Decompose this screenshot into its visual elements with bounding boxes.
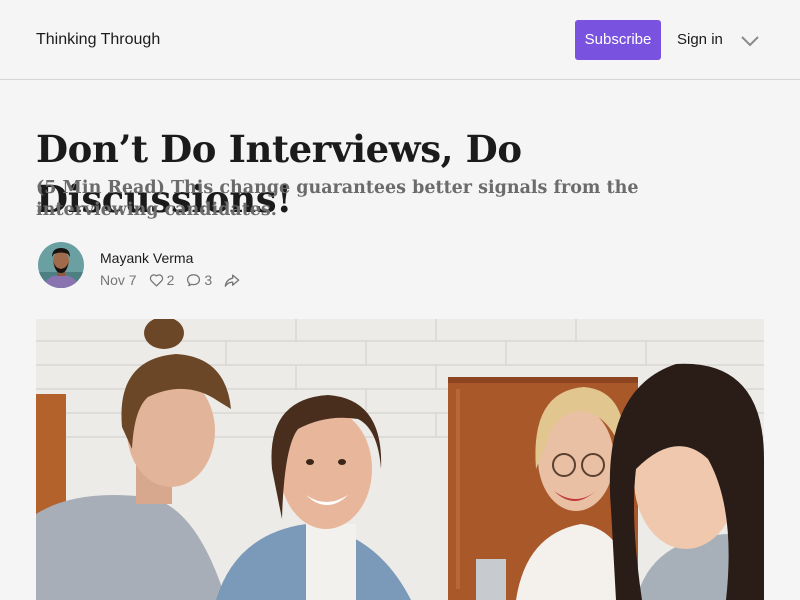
comment-button[interactable]: 3 [186,272,212,288]
post-date: Nov 7 [100,272,137,288]
top-bar: Thinking Through Subscribe Sign in [0,0,800,80]
share-button[interactable] [224,273,240,288]
like-button[interactable]: 2 [149,272,175,288]
author-avatar[interactable] [38,242,84,288]
sign-in-link[interactable]: Sign in [677,30,723,50]
publication-name[interactable]: Thinking Through [36,30,160,50]
chevron-down-icon[interactable] [740,34,760,48]
subscribe-button[interactable]: Subscribe [575,20,661,60]
comment-count: 3 [204,272,213,288]
post-subtitle: (5 Min Read) This change guarantees bett… [36,178,639,220]
share-icon [224,274,240,287]
hero-image[interactable] [36,319,764,600]
heart-icon [149,274,163,287]
comment-icon [187,274,201,287]
post-meta: Nov 7 2 3 [100,272,240,288]
author-name[interactable]: Mayank Verma [100,250,193,266]
like-count: 2 [166,272,175,288]
